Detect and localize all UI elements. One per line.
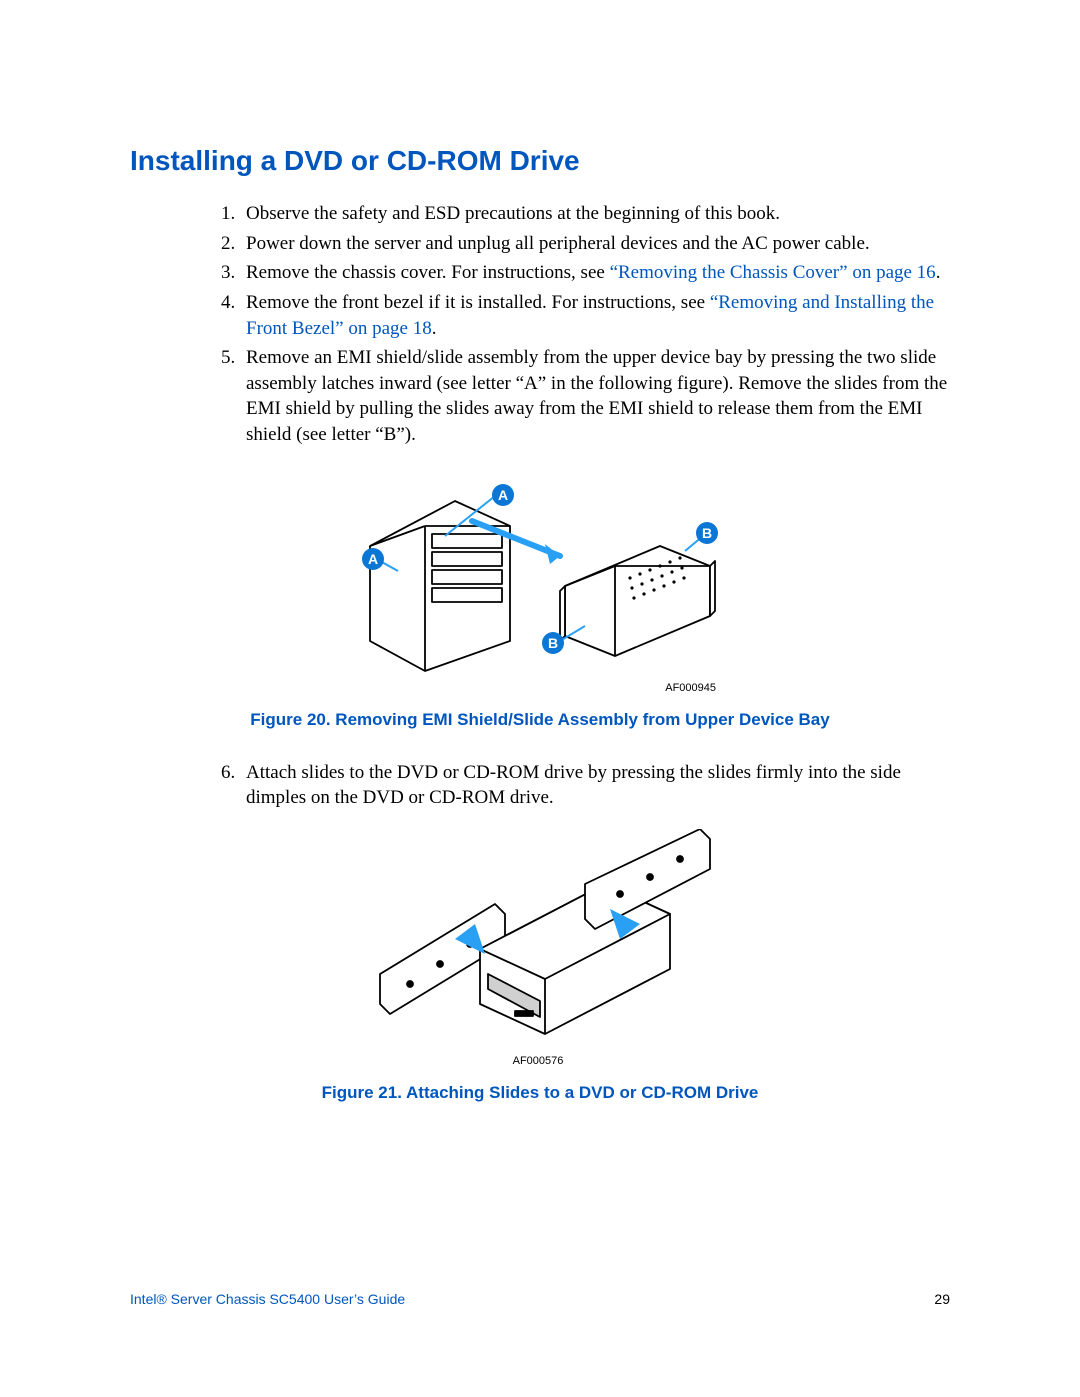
figure-20: A A B B AF000945 Figure 20. Removing EMI… [130, 466, 950, 730]
callout-a-top: A [492, 484, 514, 506]
steps-list: Observe the safety and ESD precautions a… [200, 201, 950, 448]
step-4: Remove the front bezel if it is installe… [240, 290, 950, 341]
step-text: . [936, 262, 941, 283]
attach-slides-illustration [360, 829, 720, 1049]
step-2: Power down the server and unplug all per… [240, 231, 950, 257]
figure-20-art: A A B B AF000945 [360, 466, 720, 694]
step-text: . [432, 318, 437, 339]
step-text: Observe the safety and ESD precautions a… [246, 203, 780, 224]
step-6: Attach slides to the DVD or CD-ROM drive… [240, 760, 950, 811]
figure-21-art: AF000576 [360, 829, 720, 1067]
callout-a-left: A [362, 548, 384, 570]
steps-list-cont: Attach slides to the DVD or CD-ROM drive… [200, 760, 950, 811]
step-1: Observe the safety and ESD precautions a… [240, 201, 950, 227]
step-text: Attach slides to the DVD or CD-ROM drive… [246, 762, 901, 809]
emi-shield-illustration [360, 466, 720, 676]
footer-page-number: 29 [934, 1291, 950, 1307]
xref-removing-chassis-cover[interactable]: “Removing the Chassis Cover” on page 16 [610, 262, 936, 283]
step-text: Remove the front bezel if it is installe… [246, 292, 710, 313]
callout-b-right: B [696, 522, 718, 544]
step-5: Remove an EMI shield/slide assembly from… [240, 345, 950, 448]
footer-guide-title: Intel® Server Chassis SC5400 User’s Guid… [130, 1291, 405, 1307]
page-content: Installing a DVD or CD-ROM Drive Observe… [0, 0, 1080, 1103]
figure-21: AF000576 Figure 21. Attaching Slides to … [130, 829, 950, 1103]
callout-b-bottom: B [542, 632, 564, 654]
step-3: Remove the chassis cover. For instructio… [240, 260, 950, 286]
figure-21-refnum: AF000576 [360, 1055, 720, 1067]
page-footer: Intel® Server Chassis SC5400 User’s Guid… [130, 1291, 950, 1307]
step-text: Remove an EMI shield/slide assembly from… [246, 347, 947, 445]
step-text: Power down the server and unplug all per… [246, 233, 870, 254]
step-text: Remove the chassis cover. For instructio… [246, 262, 610, 283]
figure-20-caption: Figure 20. Removing EMI Shield/Slide Ass… [130, 710, 950, 730]
figure-21-caption: Figure 21. Attaching Slides to a DVD or … [130, 1083, 950, 1103]
section-heading: Installing a DVD or CD-ROM Drive [130, 145, 950, 177]
figure-20-refnum: AF000945 [360, 682, 720, 694]
